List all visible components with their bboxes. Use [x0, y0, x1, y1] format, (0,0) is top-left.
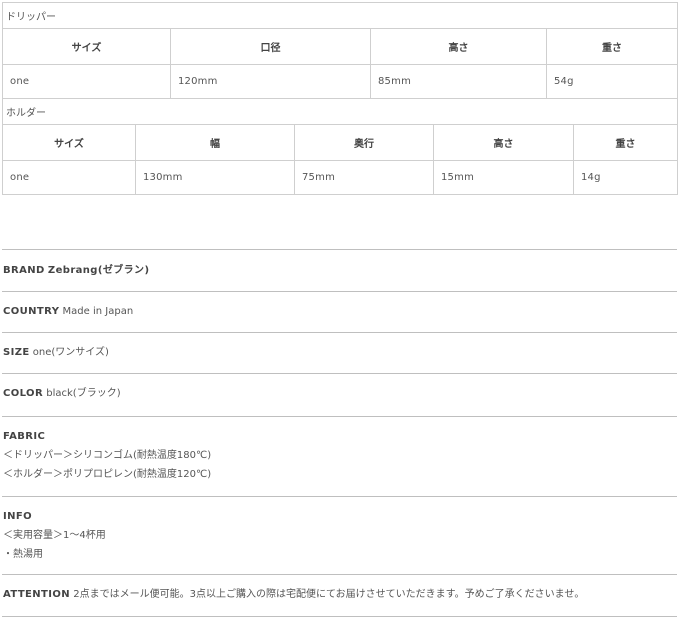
dripper-header-size: サイズ: [2, 28, 171, 65]
dripper-value-weight: 54g: [546, 64, 678, 99]
dripper-value-height: 85mm: [370, 64, 547, 99]
info-label: INFO: [3, 511, 33, 522]
holder-header-height: 高さ: [433, 124, 574, 161]
fabric-line-holder: ＜ホルダー＞ポリプロピレン(耐熱温度120℃): [3, 469, 212, 480]
spec-row-size: SIZE one(ワンサイズ): [2, 333, 677, 374]
size-label: SIZE: [3, 347, 30, 358]
attention-value: 2点まではメール便可能。3点以上ご購入の際は宅配便にてお届けさせていただきます。…: [73, 589, 585, 600]
country-label: COUNTRY: [3, 306, 60, 317]
holder-value-size: one: [2, 160, 136, 195]
dripper-value-size: one: [2, 64, 171, 99]
info-line-hot-water: ・熱湯用: [3, 549, 43, 560]
spec-row-info: INFO ＜実用容量＞1～4杯用 ・熱湯用: [2, 497, 677, 575]
spec-row-fabric: FABRIC ＜ドリッパー＞シリコンゴム(耐熱温度180℃) ＜ホルダー＞ポリプ…: [2, 417, 677, 497]
holder-value-height: 15mm: [433, 160, 574, 195]
country-value: Made in Japan: [62, 306, 134, 317]
size-tables: ドリッパー サイズ 口径 高さ 重さ one 120mm 85mm 54g ホル…: [1, 2, 679, 195]
holder-header-weight: 重さ: [572, 124, 679, 161]
dripper-size-table: ドリッパー サイズ 口径 高さ 重さ one 120mm 85mm 54g: [2, 2, 678, 99]
brand-label: BRAND: [3, 265, 45, 276]
color-label: COLOR: [3, 388, 44, 399]
holder-value-width: 130mm: [135, 160, 295, 195]
dripper-value-diameter: 120mm: [170, 64, 371, 99]
product-spec-list: BRAND Zebrang(ゼブラン) COUNTRY Made in Japa…: [2, 249, 677, 617]
fabric-label: FABRIC: [3, 431, 46, 442]
spec-row-brand: BRAND Zebrang(ゼブラン): [2, 250, 677, 292]
size-value: one(ワンサイズ): [32, 347, 109, 358]
holder-header-depth: 奥行: [294, 124, 434, 161]
dripper-header-diameter: 口径: [170, 28, 371, 65]
holder-table-caption: ホルダー: [1, 99, 679, 125]
spec-row-country: COUNTRY Made in Japan: [2, 292, 677, 333]
holder-value-depth: 75mm: [294, 160, 434, 195]
info-line-capacity: ＜実用容量＞1～4杯用: [3, 530, 106, 541]
holder-header-width: 幅: [135, 124, 295, 161]
holder-size-table: ホルダー サイズ 幅 奥行 高さ 重さ one 130mm 75mm 15mm …: [1, 99, 679, 195]
brand-value: Zebrang(ゼブラン): [47, 265, 150, 276]
color-value: black(ブラック): [46, 388, 121, 399]
dripper-header-height: 高さ: [370, 28, 547, 65]
attention-label: ATTENTION: [3, 589, 71, 600]
spec-row-attention: ATTENTION 2点まではメール便可能。3点以上ご購入の際は宅配便にてお届け…: [2, 575, 677, 617]
holder-value-weight: 14g: [572, 160, 679, 195]
spec-row-color: COLOR black(ブラック): [2, 374, 677, 417]
dripper-table-caption: ドリッパー: [2, 2, 678, 29]
fabric-line-dripper: ＜ドリッパー＞シリコンゴム(耐熱温度180℃): [3, 450, 212, 461]
dripper-header-weight: 重さ: [546, 28, 678, 65]
holder-header-size: サイズ: [2, 124, 136, 161]
